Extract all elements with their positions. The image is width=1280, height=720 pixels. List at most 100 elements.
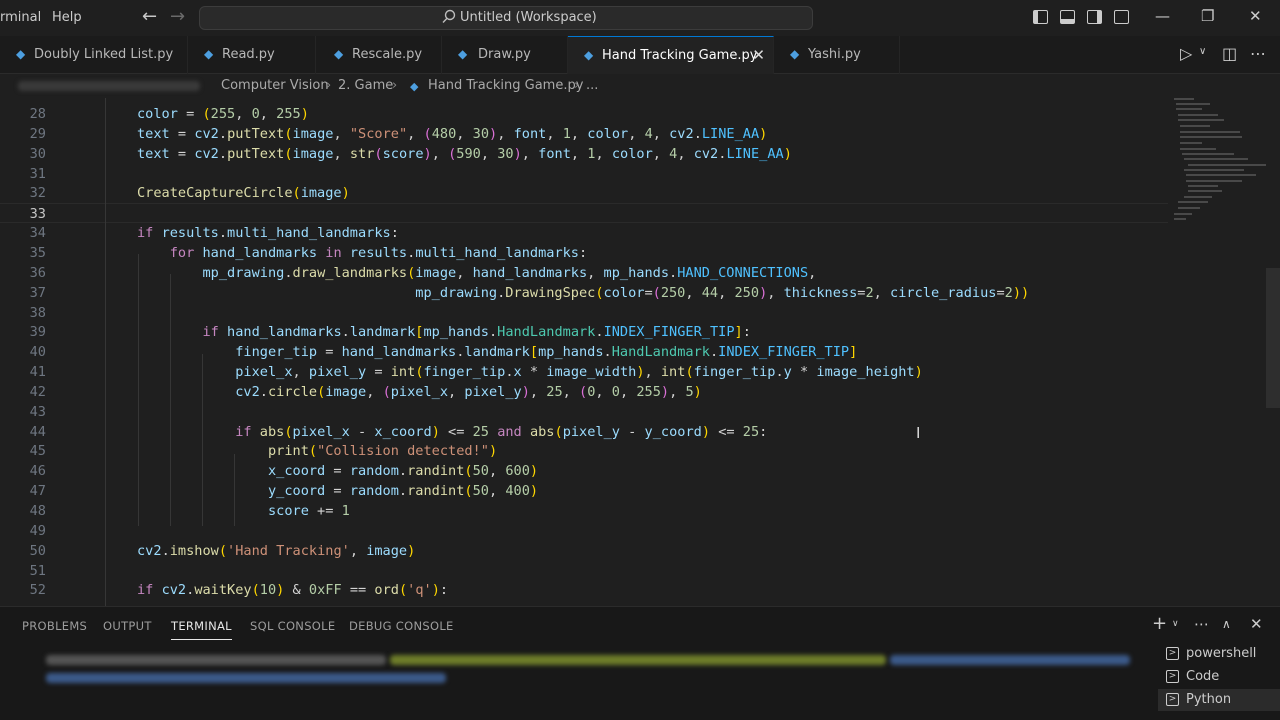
more-icon[interactable]: ⋯ (1194, 615, 1209, 633)
toggle-primary-sidebar-icon[interactable] (1033, 10, 1048, 24)
toggle-secondary-sidebar-icon[interactable] (1087, 10, 1102, 24)
tab-problems[interactable]: PROBLEMS (22, 619, 87, 633)
back-arrow-icon[interactable]: ← (142, 6, 157, 27)
tab-label: Doubly Linked List.py (34, 47, 174, 62)
plus-icon[interactable]: + (1152, 613, 1167, 634)
code-line[interactable]: 45 print("Collision detected!") (0, 441, 1168, 461)
python-file-icon: ◆ (16, 47, 26, 61)
code-line[interactable]: 42 cv2.circle(image, (pixel_x, pixel_y),… (0, 382, 1168, 402)
code-line[interactable]: 33 (0, 203, 1168, 224)
code-line[interactable]: 31 (0, 164, 1168, 184)
code-editor[interactable]: 28 color = (255, 0, 255) 29 text = cv2.putT… (0, 98, 1280, 606)
code-line[interactable]: 49 (0, 521, 1168, 541)
menu-help[interactable]: Help (52, 10, 82, 25)
code-line[interactable]: 28 color = (255, 0, 255) (0, 104, 1168, 124)
minimize-icon[interactable]: — (1155, 7, 1170, 25)
line-number: 39 (29, 324, 46, 341)
tab-label: Draw.py (478, 47, 531, 62)
line-number: 32 (29, 185, 46, 202)
terminal-label: powershell (1186, 646, 1257, 661)
code-line[interactable]: 29 text = cv2.putText(image, "Score", (48… (0, 124, 1168, 144)
code-line[interactable]: 46 x_coord = random.randint(50, 600) (0, 461, 1168, 481)
tab-terminal[interactable]: TERMINAL (171, 619, 232, 640)
bottom-panel: PROBLEMS OUTPUT TERMINAL SQL CONSOLE DEB… (0, 606, 1280, 720)
line-number: 44 (29, 423, 46, 440)
line-number: 30 (29, 145, 46, 162)
restore-icon[interactable]: ❐ (1201, 7, 1214, 25)
tab-hand-tracking-game[interactable]: ◆ Hand Tracking Game.py ✕ (568, 36, 774, 74)
code-line[interactable]: 38 (0, 303, 1168, 323)
line-code: if results.multi_hand_landmarks: (137, 225, 399, 242)
tab-output[interactable]: OUTPUT (103, 619, 152, 633)
line-code: CreateCaptureCircle(image) (137, 185, 350, 202)
breadcrumb-file[interactable]: Hand Tracking Game.py (428, 78, 583, 93)
command-center[interactable]: Untitled (Workspace) (199, 6, 813, 30)
terminal-code[interactable]: > Code (1158, 666, 1280, 688)
code-line[interactable]: 43 (0, 402, 1168, 422)
code-line[interactable]: 44 if abs(pixel_x - x_coord) <= 25 and a… (0, 422, 1168, 442)
indent-guide (234, 454, 235, 526)
tab-label: Rescale.py (352, 47, 423, 62)
tab-yashi[interactable]: ◆ Yashi.py (774, 36, 900, 74)
chevron-down-icon[interactable]: ∨ (1172, 619, 1179, 629)
close-icon[interactable]: ✕ (1250, 615, 1263, 633)
more-icon[interactable]: ⋯ (1250, 44, 1266, 63)
code-line[interactable]: 40 finger_tip = hand_landmarks.landmark[… (0, 342, 1168, 362)
breadcrumb: Computer Vision › 2. Game › ◆ Hand Track… (0, 74, 1280, 98)
search-icon (442, 9, 456, 23)
breadcrumb-computer-vision[interactable]: Computer Vision (221, 78, 329, 93)
close-icon[interactable]: ✕ (752, 46, 765, 64)
menu-terminal[interactable]: rminal (0, 10, 41, 25)
code-line[interactable]: 37 mp_drawing.DrawingSpec(color=(250, 44… (0, 283, 1168, 303)
code-line[interactable]: 32 CreateCaptureCircle(image) (0, 183, 1168, 203)
run-icon[interactable]: ▷ (1180, 44, 1192, 63)
line-number: 51 (29, 562, 46, 579)
title-bar: rminal Help ← → Untitled (Workspace) — ❐… (0, 0, 1280, 36)
line-code: text = cv2.putText(image, "Score", (480,… (137, 125, 768, 142)
code-line[interactable]: 41 pixel_x, pixel_y = int(finger_tip.x *… (0, 362, 1168, 382)
code-line[interactable]: 35 for hand_landmarks in results.multi_h… (0, 243, 1168, 263)
terminal-python[interactable]: > Python (1158, 689, 1280, 711)
tab-debug-console[interactable]: DEBUG CONSOLE (349, 619, 454, 633)
tab-read[interactable]: ◆ Read.py (188, 36, 316, 74)
split-editor-icon[interactable]: ◫ (1222, 44, 1237, 63)
terminal-powershell[interactable]: > powershell (1158, 643, 1280, 665)
code-line[interactable]: 47 y_coord = random.randint(50, 400) (0, 481, 1168, 501)
tab-sql-console[interactable]: SQL CONSOLE (250, 619, 335, 633)
chevron-down-icon[interactable]: ∨ (1199, 46, 1206, 57)
code-line[interactable]: 50 cv2.imshow('Hand Tracking', image) (0, 541, 1168, 561)
code-line[interactable]: 34 if results.multi_hand_landmarks: (0, 223, 1168, 243)
window-close-icon[interactable]: ✕ (1249, 7, 1262, 25)
python-file-icon: ◆ (410, 80, 419, 93)
line-code: mp_drawing.DrawingSpec(color=(250, 44, 2… (415, 284, 1030, 301)
blurred-path (18, 81, 200, 91)
editor-scrollbar[interactable] (1266, 268, 1280, 408)
code-line[interactable]: 51 (0, 561, 1168, 581)
breadcrumb-game[interactable]: 2. Game (338, 78, 393, 93)
toggle-panel-icon[interactable] (1060, 10, 1075, 24)
text-cursor-icon: Ⅰ (916, 424, 921, 442)
chevron-up-icon[interactable]: ∧ (1222, 617, 1231, 631)
tab-draw[interactable]: ◆ Draw.py (442, 36, 568, 74)
code-line[interactable]: 36 mp_drawing.draw_landmarks(image, hand… (0, 263, 1168, 283)
breadcrumb-separator: › (574, 78, 580, 93)
line-code: cv2.imshow('Hand Tracking', image) (137, 542, 416, 559)
customize-layout-icon[interactable] (1114, 10, 1129, 24)
tab-label: Yashi.py (808, 47, 861, 62)
code-line[interactable]: 30 text = cv2.putText(image, str(score), … (0, 144, 1168, 164)
minimap[interactable] (1168, 98, 1268, 606)
line-number: 38 (29, 304, 46, 321)
terminal-icon: > (1166, 647, 1179, 660)
terminal-label: Python (1186, 692, 1232, 707)
forward-arrow-icon[interactable]: → (170, 6, 185, 27)
line-code: cv2.circle(image, (pixel_x, pixel_y), 25… (235, 383, 702, 400)
breadcrumb-symbol[interactable]: ... (586, 78, 598, 93)
code-line[interactable]: 48 score += 1 (0, 501, 1168, 521)
line-number: 43 (29, 403, 46, 420)
code-line[interactable]: 39 if hand_landmarks.landmark[mp_hands.H… (0, 322, 1168, 342)
tab-doubly-linked-list[interactable]: ◆ Doubly Linked List.py (0, 36, 188, 74)
editor-tab-bar: ◆ Doubly Linked List.py ◆ Read.py ◆ Resc… (0, 36, 1280, 74)
line-number: 46 (29, 463, 46, 480)
code-line[interactable]: 52 if cv2.waitKey(10) & 0xFF == ord('q'): (0, 580, 1168, 600)
tab-rescale[interactable]: ◆ Rescale.py (316, 36, 442, 74)
